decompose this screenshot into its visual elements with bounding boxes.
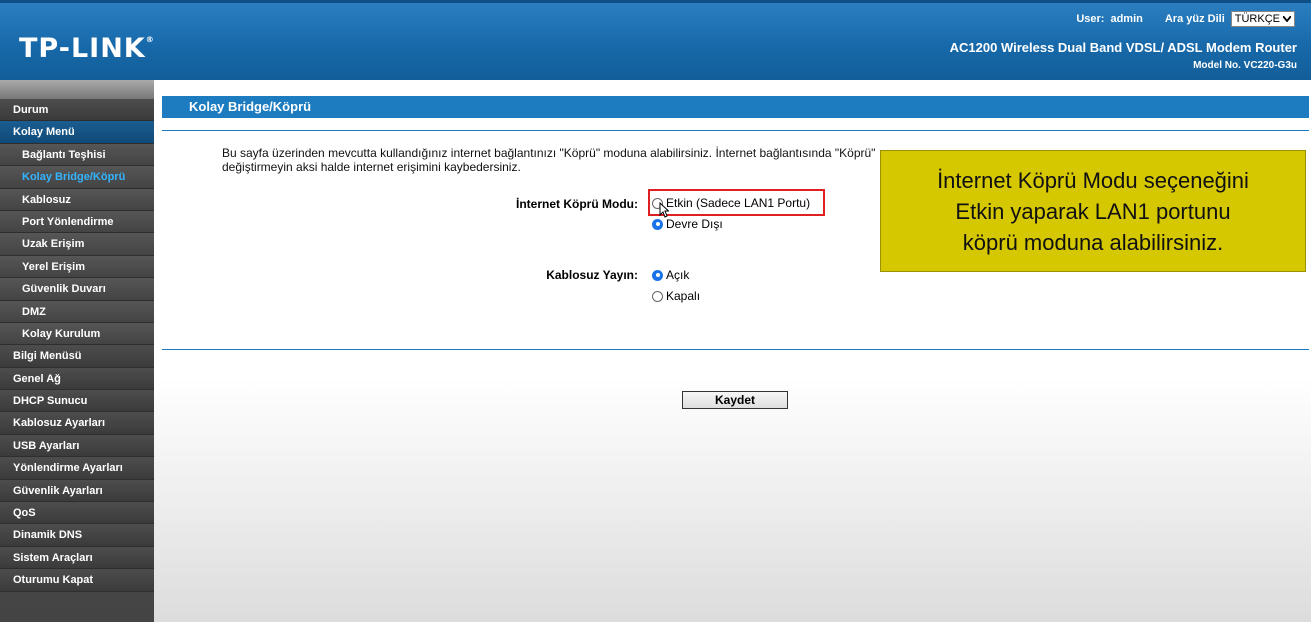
divider-bottom [162,349,1309,350]
chevron-down-icon [1283,16,1291,22]
wireless-on-label: Açık [666,268,690,282]
callout-line-1: İnternet Köprü Modu seçeneğini [937,168,1249,193]
sidebar-item-oturumu-kapat[interactable]: Oturumu Kapat [0,569,154,592]
sidebar-item-durum[interactable]: Durum [0,99,154,122]
bridge-disabled-radio[interactable] [652,218,663,230]
sidebar-item-qos[interactable]: QoS [0,502,154,525]
sidebar-item-kablosuz-ayarlari[interactable]: Kablosuz Ayarları [0,412,154,435]
sidebar-item-genel-ag[interactable]: Genel Ağ [0,367,154,391]
sidebar-item-baglanti-teshisi[interactable]: Bağlantı Teşhisi [0,143,154,167]
sidebar-item-kolay-kurulum[interactable]: Kolay Kurulum [0,322,154,346]
language-value: TÜRKÇE [1234,13,1280,25]
sidebar-item-dinamik-dns[interactable]: Dinamik DNS [0,524,154,547]
sidebar-item-kolay-menu[interactable]: Kolay Menü [0,121,154,144]
highlight-box [648,189,825,216]
wireless-off-radio[interactable] [652,290,663,302]
language-label: Ara yüz Dili [1164,13,1225,25]
sidebar-item-usb-ayarlari[interactable]: USB Ayarları [0,434,154,458]
sidebar-item-dhcp-sunucu[interactable]: DHCP Sunucu [0,390,154,413]
header: TP-LINK® User: admin Ara yüz Dili TÜRKÇE… [0,0,1311,80]
bridge-mode-disabled-option[interactable]: Devre Dışı [652,217,723,231]
user-info: User: admin Ara yüz Dili TÜRKÇE [1076,11,1295,27]
product-name: AC1200 Wireless Dual Band VDSL/ ADSL Mod… [949,40,1297,55]
sidebar-item-yerel-erisim[interactable]: Yerel Erişim [0,255,154,279]
callout-line-2: Etkin yaparak LAN1 portunu [955,199,1231,224]
wireless-broadcast-label: Kablosuz Yayın: [546,268,638,282]
wireless-on-option[interactable]: Açık [652,268,689,282]
sidebar-item-kablosuz[interactable]: Kablosuz [0,188,154,211]
sidebar-item-kolay-bridge[interactable]: Kolay Bridge/Köprü [0,166,154,189]
sidebar-item-dmz[interactable]: DMZ [0,300,154,323]
tp-link-logo: TP-LINK® [19,33,155,64]
save-button[interactable]: Kaydet [682,391,788,409]
page-title: Kolay Bridge/Köprü [162,96,1309,118]
mouse-pointer-icon [659,202,669,218]
sidebar-item-sistem-araclari[interactable]: Sistem Araçları [0,546,154,570]
wireless-off-option[interactable]: Kapalı [652,289,700,303]
callout-line-3: köprü moduna alabilirsiniz. [962,230,1224,255]
user-label: User: [1076,13,1105,25]
sidebar-item-guvenlik-ayarlari[interactable]: Güvenlik Ayarları [0,479,154,503]
sidebar-top-bar [0,80,154,99]
model-number: Model No. VC220-G3u [1193,60,1297,71]
user-name: admin [1110,13,1143,25]
divider-top [162,130,1309,131]
bridge-disabled-label: Devre Dışı [666,217,723,231]
wireless-off-label: Kapalı [666,289,701,303]
language-select[interactable]: TÜRKÇE [1230,11,1295,27]
sidebar: Durum Kolay Menü Bağlantı Teşhisi Kolay … [0,80,154,622]
sidebar-item-port-yonlendirme[interactable]: Port Yönlendirme [0,210,154,234]
sidebar-item-guvenlik-duvari[interactable]: Güvenlik Duvarı [0,278,154,301]
tutorial-callout: İnternet Köprü Modu seçeneğini Etkin yap… [880,150,1306,272]
sidebar-item-yonlendirme-ayarlari[interactable]: Yönlendirme Ayarları [0,457,154,480]
sidebar-item-bilgi-menusu[interactable]: Bilgi Menüsü [0,345,154,368]
sidebar-item-uzak-erisim[interactable]: Uzak Erişim [0,233,154,256]
wireless-on-radio[interactable] [652,269,663,281]
bridge-mode-label: İnternet Köprü Modu: [516,197,638,211]
